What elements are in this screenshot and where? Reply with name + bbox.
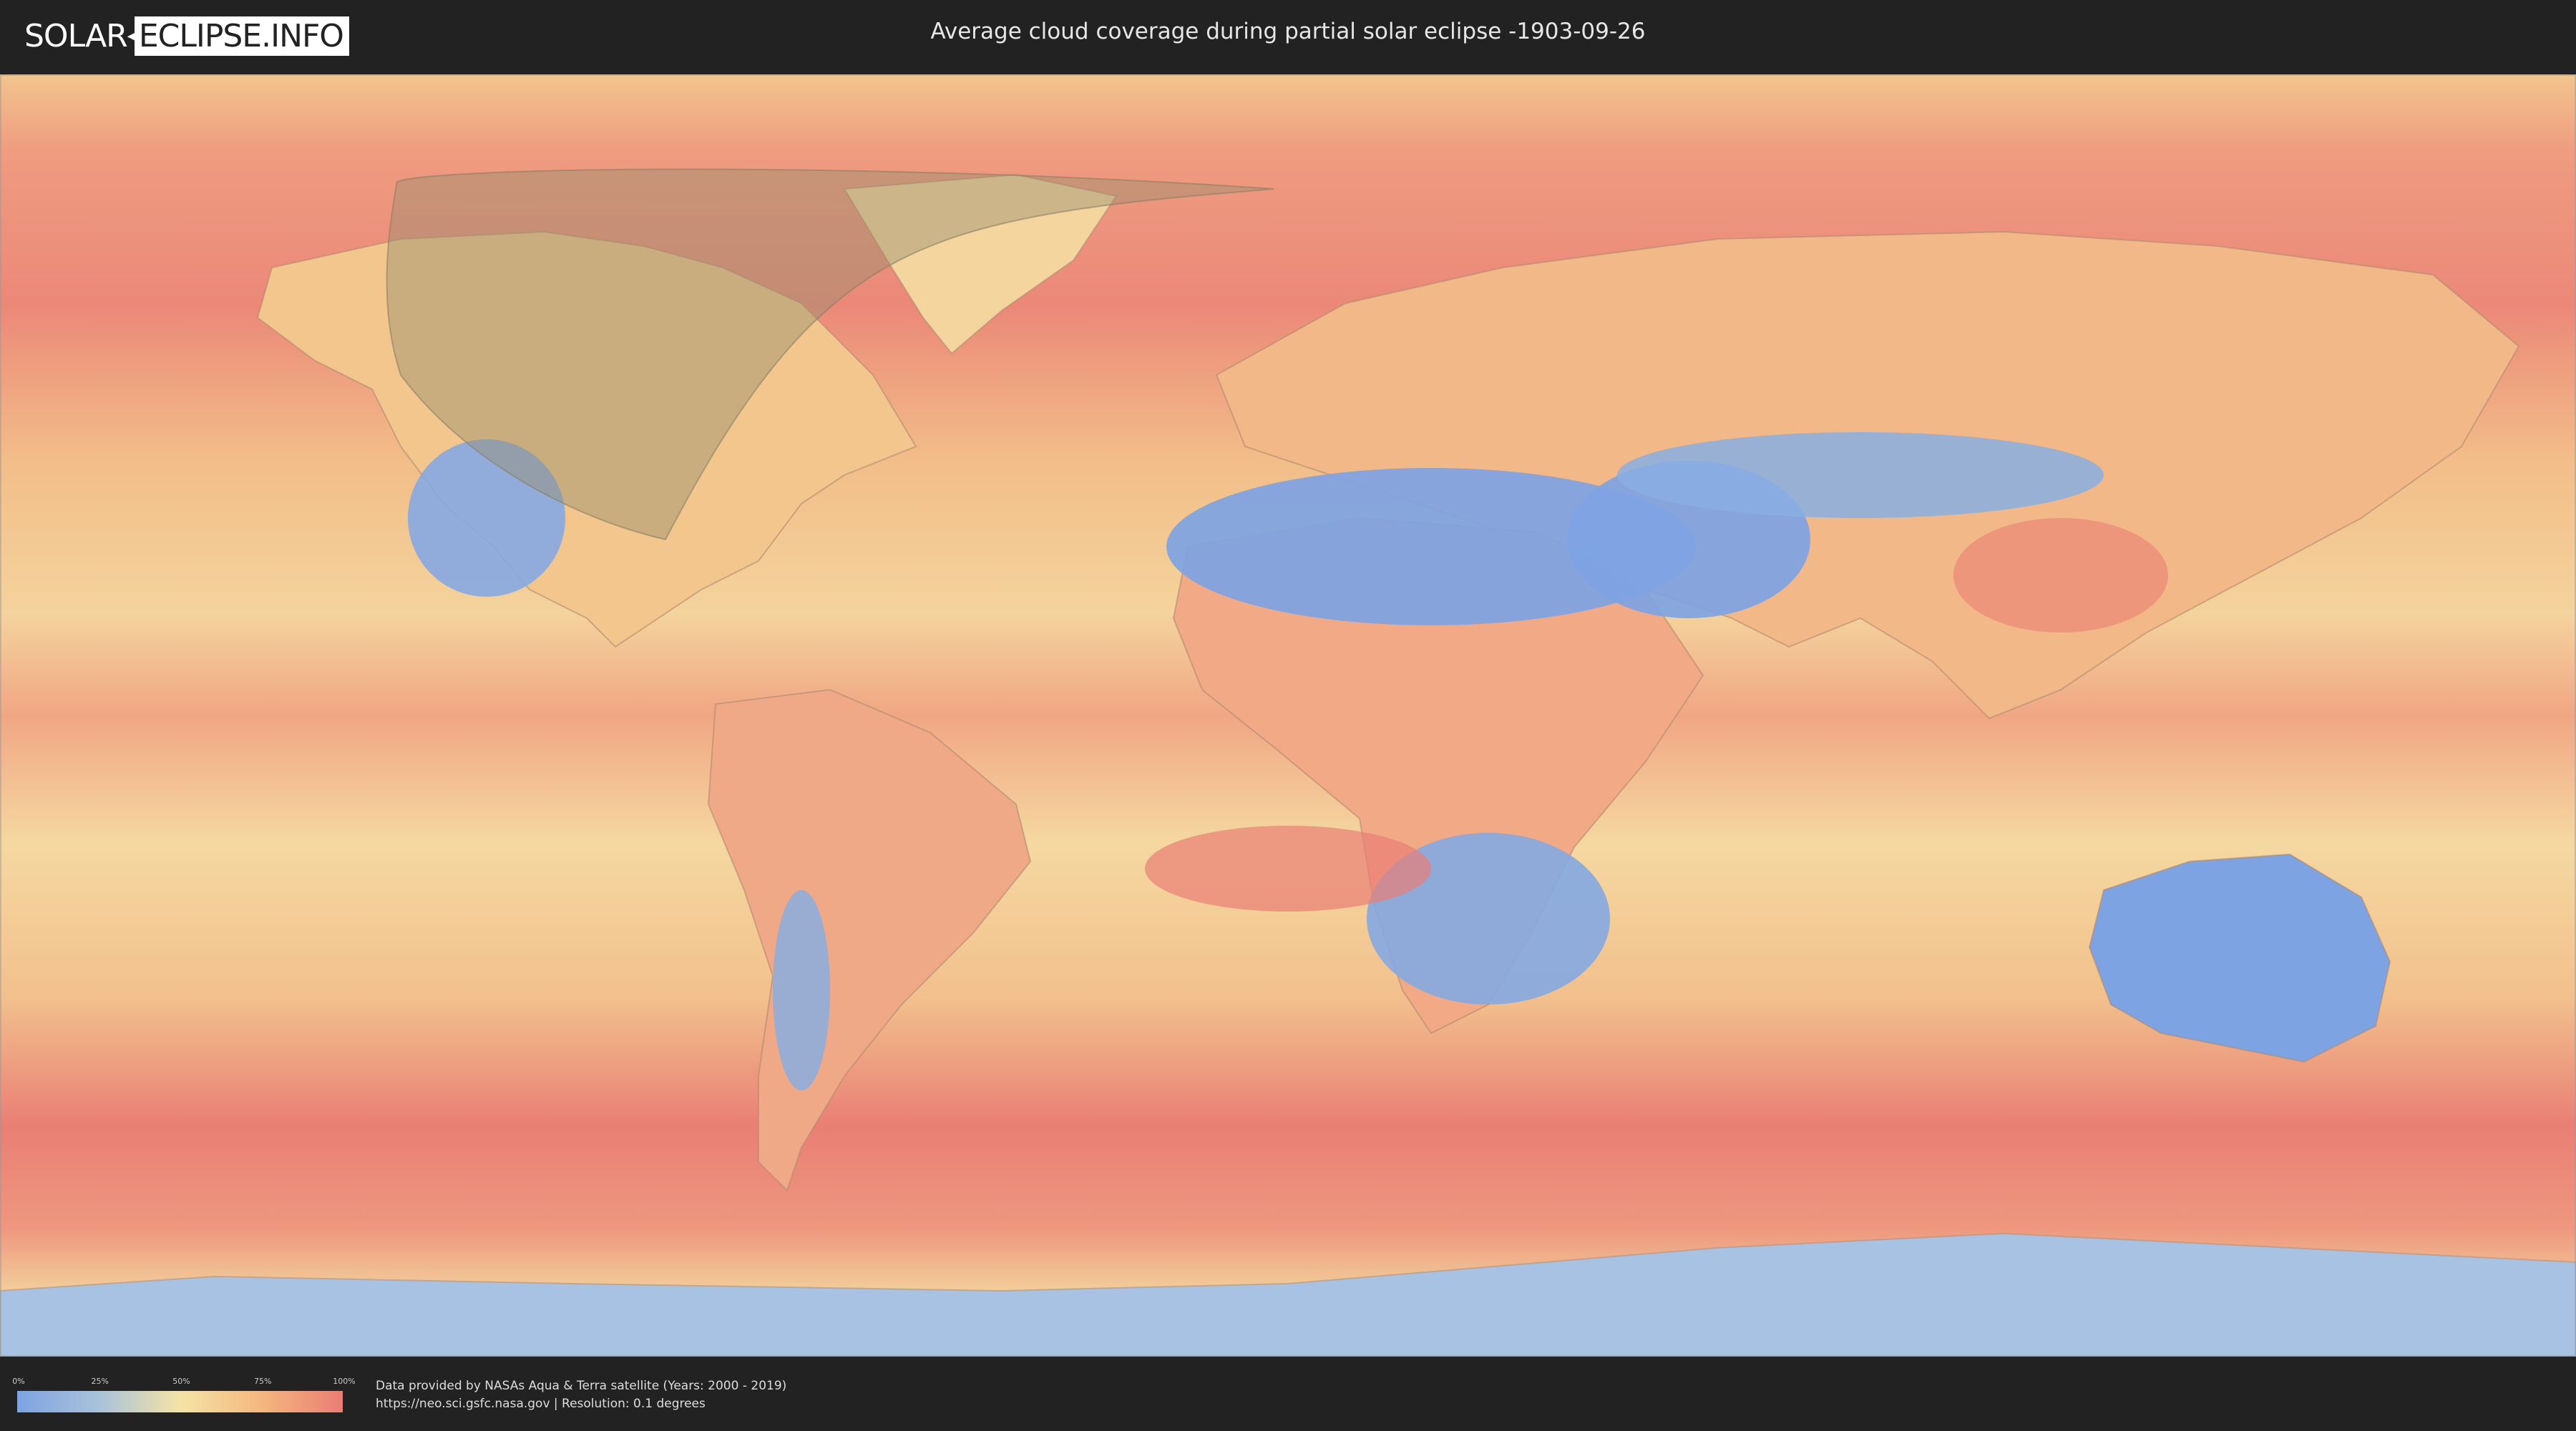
legend-color-bar bbox=[17, 1391, 343, 1412]
credits-line-2[interactable]: https://neo.sci.gsfc.nasa.gov | Resoluti… bbox=[376, 1395, 786, 1413]
legend-tick-0: 0% bbox=[12, 1377, 25, 1386]
page-title: Average cloud coverage during partial so… bbox=[930, 19, 1646, 44]
south-atlantic-cloud-region bbox=[1145, 826, 1431, 912]
map-svg bbox=[0, 74, 2576, 1357]
legend-tick-75: 75% bbox=[254, 1377, 272, 1386]
legend-tick-50: 50% bbox=[172, 1377, 190, 1386]
legend-tick-25: 25% bbox=[91, 1377, 109, 1386]
andes-clear-region bbox=[773, 890, 830, 1090]
legend-tick-100: 100% bbox=[333, 1377, 356, 1386]
central-asia-clear-region bbox=[1617, 432, 2104, 518]
cloud-coverage-map[interactable] bbox=[0, 74, 2576, 1357]
data-credits: Data provided by NASAs Aqua & Terra sate… bbox=[376, 1377, 786, 1413]
china-cloud-region bbox=[1953, 518, 2168, 633]
header-bar: SOLAR ◂ ECLIPSE.INFO Average cloud cover… bbox=[0, 0, 2576, 72]
credits-line-1: Data provided by NASAs Aqua & Terra sate… bbox=[376, 1379, 787, 1393]
legend-ticks: 0% 25% 50% 75% 100% bbox=[12, 1377, 355, 1387]
